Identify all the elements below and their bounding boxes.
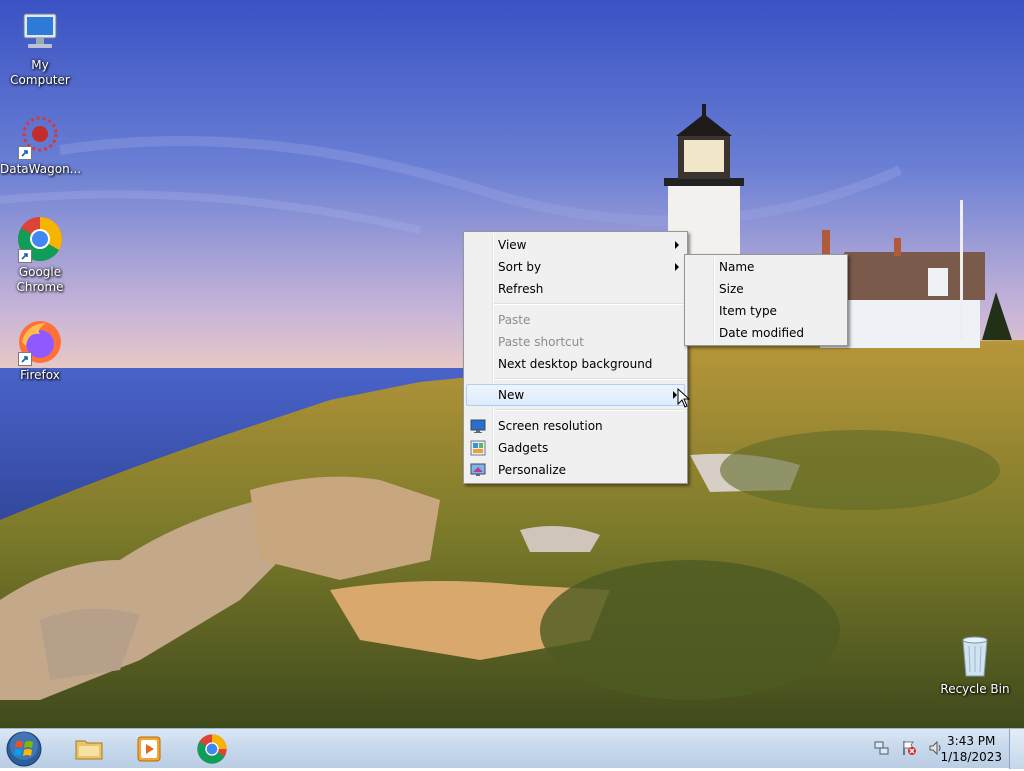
sort-by-item-type[interactable]: Item type [685,300,847,322]
menu-item-personalize[interactable]: Personalize [464,459,687,481]
taskbar-file-explorer[interactable] [63,731,115,767]
network-icon[interactable] [874,740,890,756]
sort-by-submenu: Name Size Item type Date modified [684,254,848,346]
menu-item-label: Date modified [719,326,805,340]
sort-by-name[interactable]: Name [685,256,847,278]
menu-item-screen-resolution[interactable]: Screen resolution [464,415,687,437]
desktop-icon-label: Firefox [20,368,60,382]
datawagon-icon [16,112,64,160]
menu-item-label: Next desktop background [498,357,653,371]
sort-by-size[interactable]: Size [685,278,847,300]
firefox-icon [16,318,64,366]
menu-item-label: New [498,388,525,402]
desktop-icon-my-computer[interactable]: My Computer [0,8,80,88]
menu-separator [494,378,685,380]
menu-item-new[interactable]: New [466,384,685,406]
desktop-icon-label: DataWagon... [0,162,82,176]
start-button[interactable] [6,731,42,767]
mouse-cursor-icon [677,387,691,408]
submenu-arrow-icon [675,263,679,271]
taskbar-media-player[interactable] [123,731,175,767]
action-center-flag-icon[interactable] [901,740,917,756]
desktop-icon-chrome[interactable]: Google Chrome [0,215,80,295]
desktop-icon-firefox[interactable]: Firefox [0,318,80,383]
screen-resolution-icon [470,418,486,434]
sort-by-date-modified[interactable]: Date modified [685,322,847,344]
menu-item-label: Paste [498,313,531,327]
menu-item-refresh[interactable]: Refresh [464,278,687,300]
menu-separator [494,303,685,305]
taskbar-clock[interactable]: 3:43 PM 1/18/2023 [940,733,1002,765]
show-desktop-button[interactable] [1009,729,1024,769]
personalize-icon [470,462,486,478]
shortcut-arrow-icon [18,249,32,263]
desktop-icon-datawagon[interactable]: DataWagon... [0,112,82,177]
menu-item-sort-by[interactable]: Sort by [464,256,687,278]
desktop-icon-label: Google Chrome [16,265,64,294]
menu-item-label: Screen resolution [498,419,603,433]
computer-icon [16,8,64,56]
menu-item-label: Gadgets [498,441,549,455]
menu-item-label: Size [719,282,744,296]
gadgets-icon [470,440,486,456]
clock-date: 1/18/2023 [940,750,1002,764]
menu-item-label: Name [719,260,755,274]
menu-item-view[interactable]: View [464,234,687,256]
menu-item-paste-shortcut[interactable]: Paste shortcut [464,331,687,353]
menu-item-label: Refresh [498,282,544,296]
menu-item-label: Item type [719,304,777,318]
menu-item-next-desktop-background[interactable]: Next desktop background [464,353,687,375]
chrome-icon [16,215,64,263]
system-tray [868,740,944,758]
desktop-icon-label: Recycle Bin [940,682,1010,696]
desktop-icon-label: My Computer [10,58,70,87]
submenu-arrow-icon [675,241,679,249]
shortcut-arrow-icon [18,352,32,366]
desktop-context-menu: View Sort by Refresh Paste Paste shortcu… [463,231,688,484]
menu-item-gadgets[interactable]: Gadgets [464,437,687,459]
chrome-icon [197,734,227,764]
taskbar: 3:43 PM 1/18/2023 [0,728,1024,769]
menu-item-label: View [498,238,527,252]
menu-item-label: Personalize [498,463,567,477]
shortcut-arrow-icon [18,146,32,160]
recycle-bin-icon [951,632,999,680]
menu-item-paste[interactable]: Paste [464,309,687,331]
menu-item-label: Sort by [498,260,542,274]
taskbar-chrome[interactable] [186,731,238,767]
file-explorer-icon [75,740,103,760]
media-player-icon [137,736,161,762]
clock-time: 3:43 PM [947,734,996,748]
menu-separator [494,409,685,411]
menu-item-label: Paste shortcut [498,335,584,349]
desktop-icon-recycle-bin[interactable]: Recycle Bin [935,632,1015,697]
